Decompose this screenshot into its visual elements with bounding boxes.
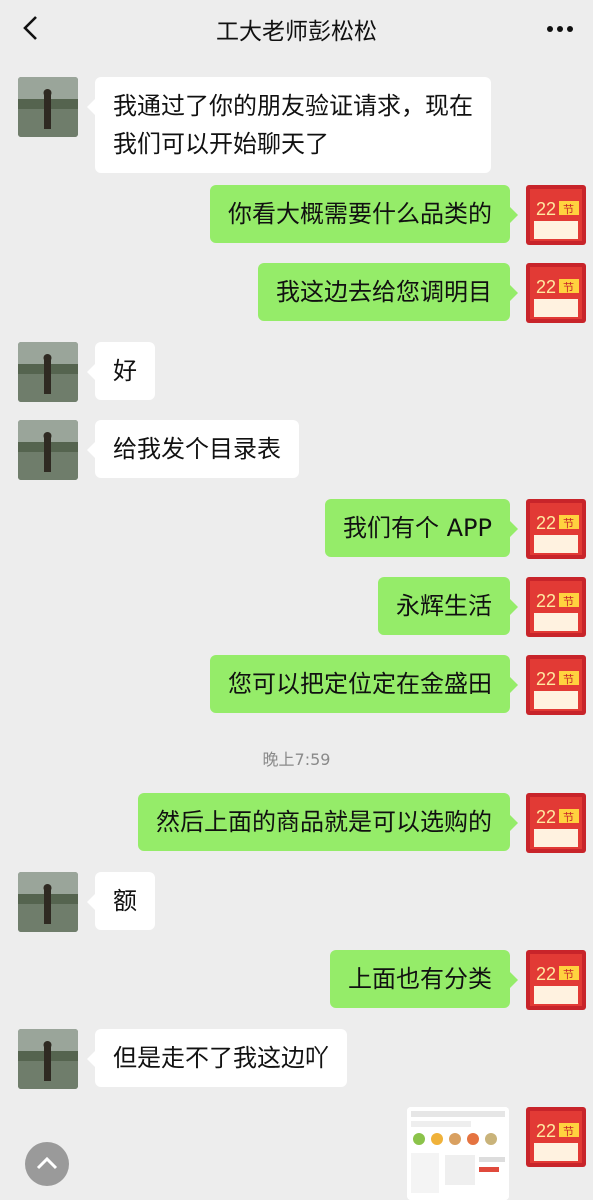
message-text: 我这边去给您调明目 — [276, 278, 492, 306]
svg-text:22: 22 — [536, 964, 556, 984]
contact-avatar-image — [18, 77, 78, 137]
message-text: 但是走不了我这边吖 — [113, 1044, 329, 1072]
message-bubble[interactable]: 我这边去给您调明目 — [258, 263, 518, 321]
my-avatar-image: 22 节 — [526, 577, 586, 637]
message-text: 你看大概需要什么品类的 — [228, 200, 492, 228]
timestamp: 晚上7:59 — [262, 750, 331, 769]
contact-avatar[interactable] — [18, 1029, 78, 1089]
contact-avatar-image — [18, 342, 78, 402]
my-avatar[interactable]: 22 节 — [526, 793, 586, 853]
message-bubble[interactable]: 但是走不了我这边吖 — [87, 1029, 347, 1087]
svg-text:节: 节 — [563, 281, 574, 294]
message-bubble[interactable]: 好 — [87, 342, 155, 400]
image-message-thumbnail[interactable] — [407, 1107, 509, 1200]
message-text-line: 我通过了你的朋友验证请求，现在 — [113, 92, 473, 120]
svg-text:22: 22 — [536, 199, 556, 219]
message-bubble[interactable]: 我们有个 APP — [325, 499, 518, 557]
message-text: 上面也有分类 — [348, 965, 492, 993]
svg-text:节: 节 — [563, 968, 574, 981]
message-bubble[interactable]: 额 — [87, 872, 155, 930]
message-bubble[interactable]: 然后上面的商品就是可以选购的 — [138, 793, 518, 851]
message-text: 额 — [113, 887, 137, 915]
my-avatar[interactable]: 22 节 — [526, 185, 586, 245]
svg-text:22: 22 — [536, 807, 556, 827]
contact-avatar-image — [18, 1029, 78, 1089]
svg-text:22: 22 — [536, 669, 556, 689]
scroll-up-button[interactable] — [25, 1142, 69, 1186]
my-avatar[interactable]: 22 节 — [526, 577, 586, 637]
svg-text:节: 节 — [563, 1125, 574, 1138]
message-text-line: 我们可以开始聊天了 — [113, 130, 329, 158]
message-text: 您可以把定位定在金盛田 — [228, 670, 492, 698]
message-bubble[interactable]: 您可以把定位定在金盛田 — [210, 655, 518, 713]
my-avatar-image: 22 节 — [526, 263, 586, 323]
my-avatar-image: 22 节 — [526, 655, 586, 715]
app-screenshot-image — [407, 1107, 509, 1200]
svg-text:节: 节 — [563, 517, 574, 530]
message-bubble[interactable]: 给我发个目录表 — [87, 420, 299, 478]
svg-text:节: 节 — [563, 595, 574, 608]
chevron-up-icon — [36, 1156, 58, 1170]
svg-text:22: 22 — [536, 277, 556, 297]
svg-text:22: 22 — [536, 1121, 556, 1141]
my-avatar-image: 22 节 — [526, 950, 586, 1010]
chat-header: 工大老师彭松松 — [0, 0, 593, 58]
my-avatar[interactable]: 22 节 — [526, 1107, 586, 1167]
my-avatar[interactable]: 22 节 — [526, 655, 586, 715]
my-avatar[interactable]: 22 节 — [526, 950, 586, 1010]
message-bubble[interactable]: 永辉生活 — [378, 577, 518, 635]
contact-avatar[interactable] — [18, 77, 78, 137]
contact-avatar-image — [18, 420, 78, 480]
my-avatar[interactable]: 22 节 — [526, 263, 586, 323]
contact-avatar-image — [18, 872, 78, 932]
my-avatar-image: 22 节 — [526, 185, 586, 245]
message-text: 然后上面的商品就是可以选购的 — [156, 808, 492, 836]
my-avatar-image: 22 节 — [526, 1107, 586, 1167]
svg-text:节: 节 — [563, 811, 574, 824]
contact-avatar[interactable] — [18, 342, 78, 402]
chat-title: 工大老师彭松松 — [216, 19, 377, 45]
my-avatar[interactable]: 22 节 — [526, 499, 586, 559]
message-text: 永辉生活 — [396, 592, 492, 620]
my-avatar-image: 22 节 — [526, 499, 586, 559]
more-dots-icon[interactable] — [545, 16, 575, 42]
message-bubble[interactable]: 你看大概需要什么品类的 — [210, 185, 518, 243]
message-text: 好 — [113, 357, 137, 385]
svg-text:节: 节 — [563, 673, 574, 686]
message-text: 我们有个 APP — [343, 514, 492, 542]
svg-text:22: 22 — [536, 591, 556, 611]
message-bubble[interactable]: 我通过了你的朋友验证请求，现在 我们可以开始聊天了 — [87, 77, 491, 173]
message-text: 给我发个目录表 — [113, 435, 281, 463]
contact-avatar[interactable] — [18, 872, 78, 932]
svg-text:22: 22 — [536, 513, 556, 533]
message-bubble[interactable]: 上面也有分类 — [330, 950, 518, 1008]
contact-avatar[interactable] — [18, 420, 78, 480]
my-avatar-image: 22 节 — [526, 793, 586, 853]
svg-text:节: 节 — [563, 203, 574, 216]
